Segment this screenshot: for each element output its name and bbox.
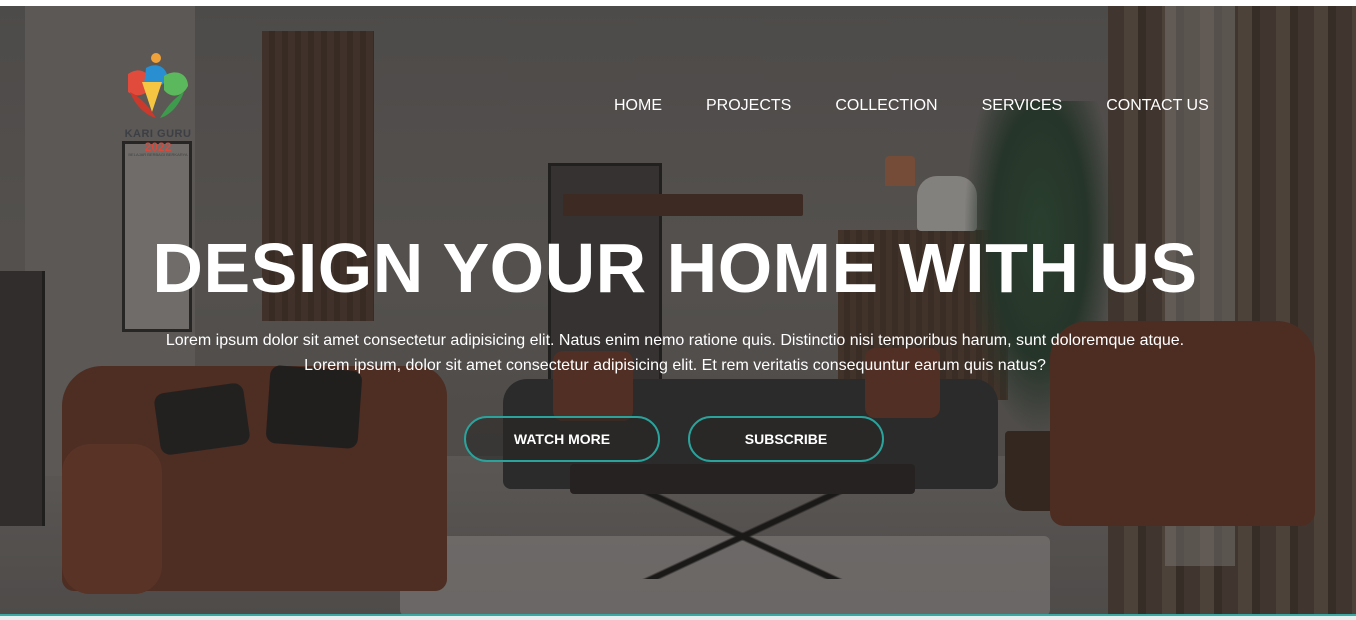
site-logo[interactable]: KARI GURU 2022 BELAJAR BERBAGI BERKARYA bbox=[112, 52, 204, 162]
hero-headline: DESIGN YOUR HOME WITH US bbox=[152, 229, 1198, 307]
hero-description-line-1: Lorem ipsum dolor sit amet consectetur a… bbox=[165, 332, 1185, 349]
watch-more-button[interactable]: WATCH MORE bbox=[464, 416, 660, 462]
logo-mark-icon bbox=[128, 53, 188, 118]
hero-description-line-2: Lorem ipsum, dolor sit amet consectetur … bbox=[304, 357, 1046, 374]
hero-section: KARI GURU 2022 BELAJAR BERBAGI BERKARYA … bbox=[0, 6, 1356, 614]
page-bottom-accent-line bbox=[0, 614, 1356, 616]
nav-home[interactable]: HOME bbox=[614, 97, 662, 115]
main-nav: HOME PROJECTS COLLECTION SERVICES CONTAC… bbox=[614, 97, 1209, 115]
nav-collection[interactable]: COLLECTION bbox=[835, 97, 937, 115]
nav-projects[interactable]: PROJECTS bbox=[706, 97, 791, 115]
logo-tagline: BELAJAR BERBAGI BERKARYA bbox=[128, 152, 188, 157]
subscribe-button[interactable]: SUBSCRIBE bbox=[688, 416, 884, 462]
nav-services[interactable]: SERVICES bbox=[982, 97, 1063, 115]
nav-contact-us[interactable]: CONTACT US bbox=[1106, 97, 1209, 115]
logo-name: KARI GURU bbox=[124, 128, 192, 140]
hero-description: Lorem ipsum dolor sit amet consectetur a… bbox=[150, 328, 1200, 378]
